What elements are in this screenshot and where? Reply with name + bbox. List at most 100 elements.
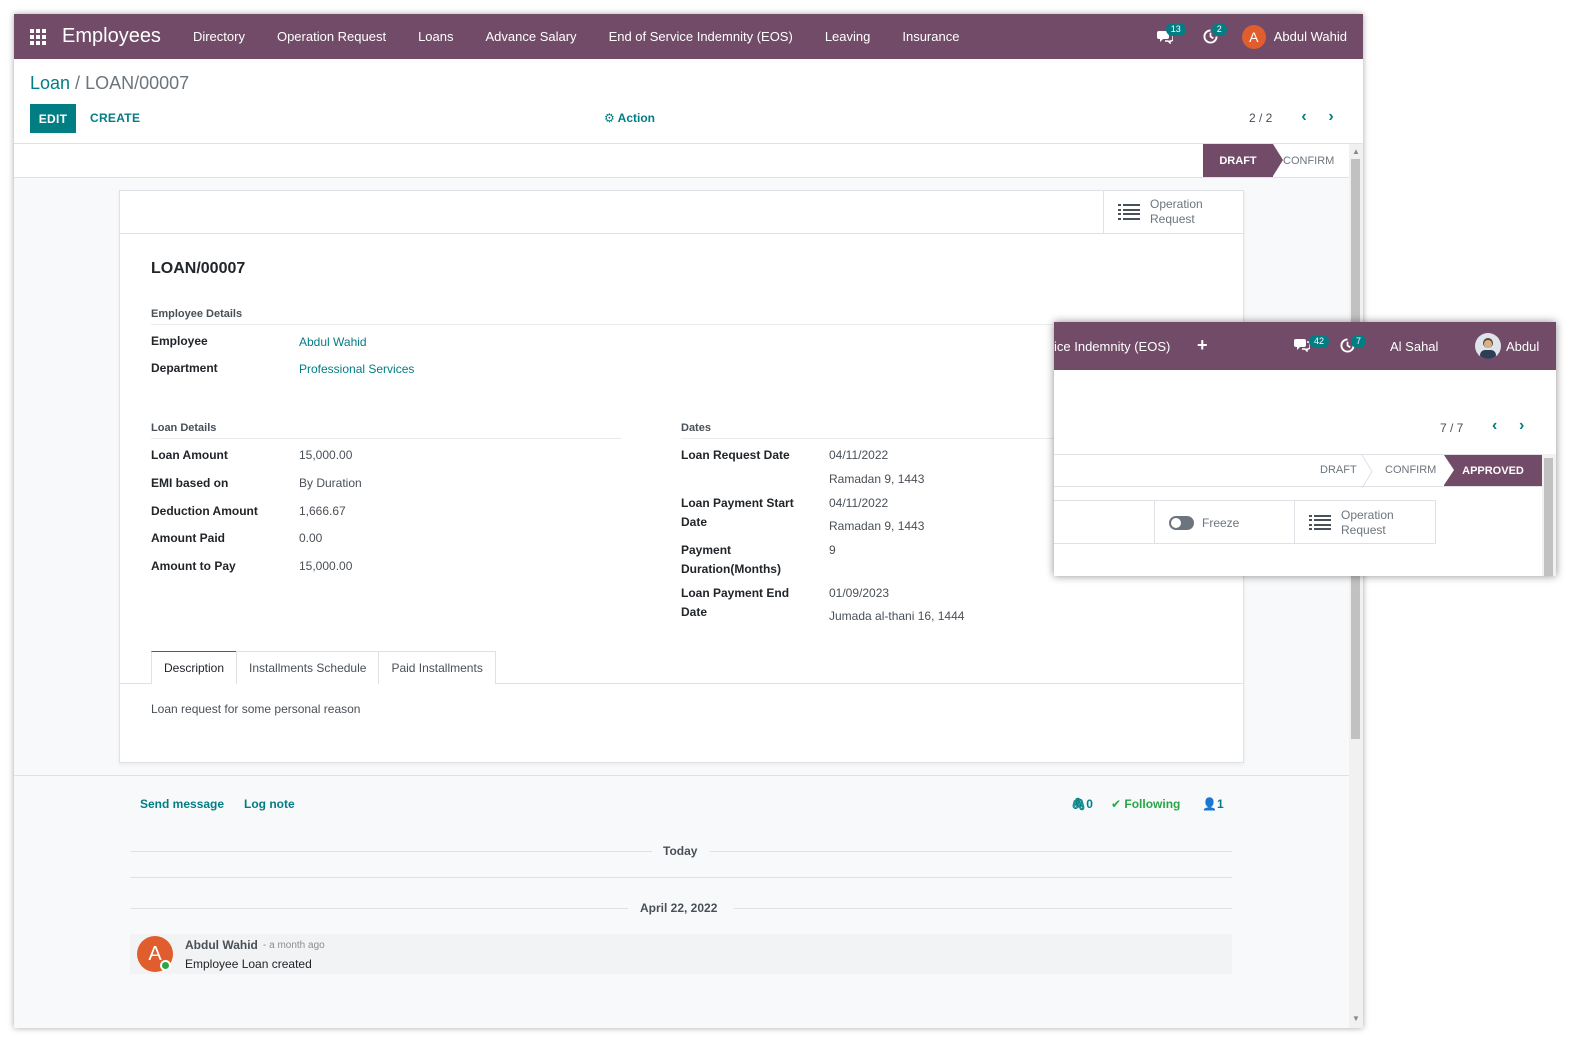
emi-based-value: By Duration	[299, 476, 362, 490]
tab-paid-installments[interactable]: Paid Installments	[378, 651, 496, 684]
action-label: Action	[617, 111, 655, 125]
online-status-icon	[160, 960, 171, 971]
operation-request-label: Operation Request	[1150, 197, 1203, 226]
breadcrumb: Loan / LOAN/00007	[30, 73, 189, 94]
apps-menu-icon[interactable]	[14, 14, 62, 59]
messages-badge: 13	[1165, 23, 1186, 36]
menu-advance-salary[interactable]: Advance Salary	[470, 29, 593, 44]
inset-status-confirm[interactable]: CONFIRM	[1385, 464, 1436, 476]
pager-value[interactable]: 2 / 2	[1249, 111, 1272, 125]
inset-activities-button[interactable]: 7	[1340, 335, 1367, 356]
inset-scrollbar-thumb[interactable]	[1544, 458, 1553, 576]
create-button[interactable]: CREATE	[90, 111, 140, 125]
scroll-up-arrow-icon[interactable]: ▲	[1351, 147, 1361, 156]
inset-status-bar: DRAFT CONFIRM APPROVED	[1054, 454, 1542, 488]
freeze-button[interactable]: Freeze	[1154, 501, 1294, 544]
following-button[interactable]: ✔ Following	[1111, 797, 1180, 811]
inset-status-draft[interactable]: DRAFT	[1320, 464, 1357, 476]
today-label: Today	[663, 844, 698, 858]
control-panel: Loan / LOAN/00007 EDIT CREATE ⚙ Action 2…	[14, 59, 1363, 144]
inset-activities-badge: 7	[1351, 335, 1367, 348]
menu-eos[interactable]: End of Service Indemnity (EOS)	[593, 29, 809, 44]
list-icon	[1309, 514, 1331, 531]
start-date-hijri: Ramadan 9, 1443	[829, 519, 925, 533]
company-switcher[interactable]: Al Sahal	[1390, 339, 1438, 354]
user-icon: 👤	[1202, 797, 1217, 811]
tab-installments-schedule[interactable]: Installments Schedule	[236, 651, 380, 684]
request-date-hijri: Ramadan 9, 1443	[829, 472, 925, 486]
action-menu-button[interactable]: ⚙ Action	[604, 111, 655, 125]
message-body: Employee Loan created	[185, 957, 312, 971]
inset-status-approved[interactable]: APPROVED	[1444, 455, 1542, 486]
date-separator-left	[130, 908, 628, 909]
pager-next-icon[interactable]: ›	[1321, 107, 1341, 127]
amount-paid-value: 0.00	[299, 531, 323, 545]
inset-pager-next-icon[interactable]: ›	[1519, 417, 1524, 435]
today-separator-right	[710, 851, 1232, 852]
user-avatar: A	[1241, 24, 1266, 49]
message-author[interactable]: Abdul Wahid	[185, 938, 258, 952]
menu-directory[interactable]: Directory	[177, 29, 261, 44]
thread-divider	[130, 877, 1232, 878]
chat-icon	[1294, 339, 1311, 353]
request-date-label: Loan Request Date	[681, 448, 790, 462]
department-link[interactable]: Professional Services	[299, 360, 414, 379]
inset-messaging-button[interactable]: 42	[1294, 335, 1330, 355]
log-note-button[interactable]: Log note	[244, 797, 295, 811]
status-confirm[interactable]: CONFIRM	[1283, 144, 1334, 177]
breadcrumb-loan-link[interactable]: Loan	[30, 73, 70, 93]
status-chevron-icon	[1361, 455, 1373, 488]
menu-loans[interactable]: Loans	[402, 29, 469, 44]
tab-description[interactable]: Description	[151, 651, 238, 684]
employee-link[interactable]: Abdul Wahid	[299, 333, 367, 352]
today-separator-left	[130, 851, 652, 852]
message-time: - a month ago	[263, 940, 325, 951]
inset-pager-value[interactable]: 7 / 7	[1440, 421, 1463, 435]
app-brand[interactable]: Employees	[62, 25, 161, 48]
inset-navbar: ice Indemnity (EOS) + 42 7 Al Sahal Abdu…	[1054, 322, 1556, 370]
menu-insurance[interactable]: Insurance	[886, 29, 975, 44]
status-draft[interactable]: DRAFT	[1203, 144, 1283, 177]
notebook-tabs: Description Installments Schedule Paid I…	[151, 651, 496, 684]
inset-menu-eos[interactable]: ice Indemnity (EOS)	[1054, 339, 1170, 354]
operation-request-button[interactable]: Operation Request	[1103, 191, 1243, 233]
breadcrumb-current: LOAN/00007	[85, 73, 190, 93]
menu-leaving[interactable]: Leaving	[809, 29, 887, 44]
scroll-down-arrow-icon[interactable]: ▼	[1351, 1014, 1361, 1023]
inset-messages-badge: 42	[1309, 335, 1330, 348]
attachments-button[interactable]: 🖇0	[1071, 797, 1093, 811]
send-message-button[interactable]: Send message	[140, 797, 224, 811]
messaging-button[interactable]: 13	[1142, 14, 1188, 59]
inset-smart-button-box: Freeze Operation Request	[1054, 500, 1436, 544]
followers-button[interactable]: 👤1	[1202, 797, 1224, 811]
breadcrumb-separator: /	[70, 73, 86, 93]
edit-button[interactable]: EDIT	[30, 104, 76, 133]
inset-pager-previous-icon[interactable]: ‹	[1492, 417, 1497, 435]
end-date-hijri: Jumada al-thani 16, 1444	[829, 609, 965, 623]
start-date-value: 04/11/2022	[829, 496, 889, 510]
menu-operation-request[interactable]: Operation Request	[261, 29, 402, 44]
freeze-label: Freeze	[1202, 515, 1240, 530]
inset-user-name[interactable]: Abdul	[1506, 339, 1539, 354]
request-date-value: 04/11/2022	[829, 448, 889, 462]
user-name: Abdul Wahid	[1273, 29, 1347, 44]
activities-badge: 2	[1211, 23, 1227, 36]
duration-label: Payment Duration(Months)	[681, 543, 781, 576]
plus-icon[interactable]: +	[1197, 335, 1208, 356]
inset-operation-request-label: Operation Request	[1341, 507, 1394, 537]
duration-value: 9	[829, 543, 836, 557]
end-date-value: 01/09/2023	[829, 586, 890, 600]
pager-previous-icon[interactable]: ‹	[1294, 107, 1314, 127]
inset-operation-request-button[interactable]: Operation Request	[1294, 501, 1436, 544]
deduction-amount-label: Deduction Amount	[151, 504, 258, 518]
amount-to-pay-value: 15,000.00	[299, 559, 353, 573]
amount-paid-label: Amount Paid	[151, 531, 225, 545]
user-photo-avatar[interactable]	[1475, 333, 1501, 359]
record-title: LOAN/00007	[151, 260, 246, 277]
activities-button[interactable]: 2	[1188, 14, 1234, 59]
deduction-amount-value: 1,666.67	[299, 504, 346, 518]
user-menu[interactable]: A Abdul Wahid	[1234, 24, 1363, 49]
description-text[interactable]: Loan request for some personal reason	[151, 702, 360, 716]
emi-based-label: EMI based on	[151, 476, 229, 490]
date-separator-label: April 22, 2022	[640, 901, 718, 915]
